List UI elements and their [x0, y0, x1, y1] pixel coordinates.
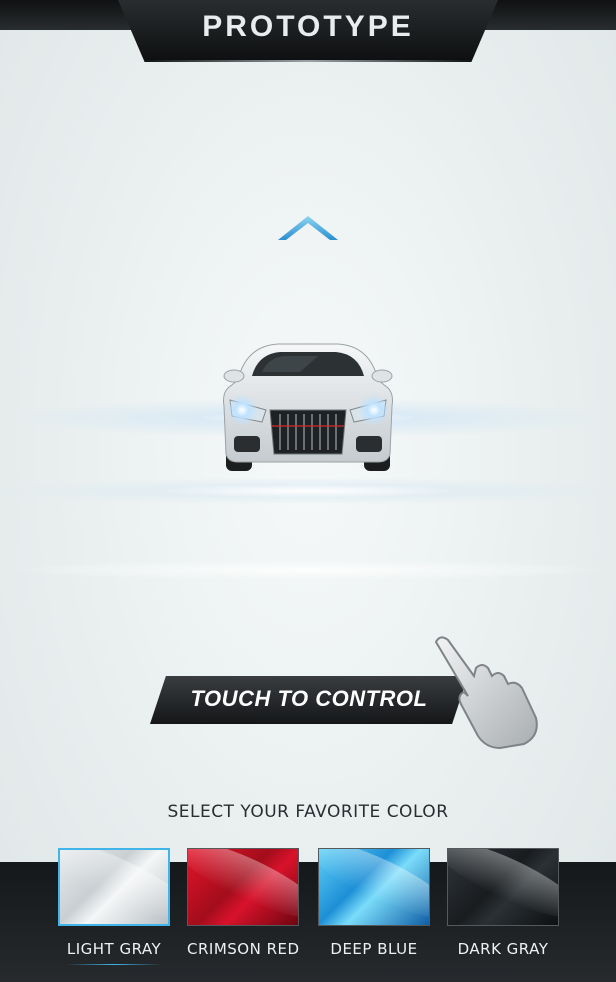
car-model[interactable]: [218, 336, 398, 476]
hand-pointer-icon: [434, 636, 538, 750]
color-label: DARK GRAY: [457, 940, 549, 958]
light-flare: [0, 560, 616, 580]
color-option-light-gray[interactable]: LIGHT GRAY: [58, 848, 170, 965]
select-color-label: SELECT YOUR FAVORITE COLOR: [167, 802, 449, 822]
color-swatch[interactable]: [58, 848, 170, 926]
color-option-deep-blue[interactable]: DEEP BLUE: [318, 848, 430, 958]
color-swatch[interactable]: [447, 848, 559, 926]
selected-indicator: [66, 964, 162, 965]
color-option-crimson-red[interactable]: CRIMSON RED: [187, 848, 299, 958]
light-flare: [0, 478, 616, 504]
color-swatch[interactable]: [187, 848, 299, 926]
touch-to-control-label[interactable]: TOUCH TO CONTROL: [150, 686, 468, 712]
color-label: LIGHT GRAY: [66, 940, 162, 958]
color-label: CRIMSON RED: [187, 940, 300, 958]
color-swatch[interactable]: [318, 848, 430, 926]
color-option-dark-gray[interactable]: DARK GRAY: [447, 848, 559, 958]
color-label: DEEP BLUE: [330, 940, 418, 958]
chevron-up-icon[interactable]: [276, 210, 340, 246]
app-title: PROTOTYPE: [202, 10, 414, 43]
